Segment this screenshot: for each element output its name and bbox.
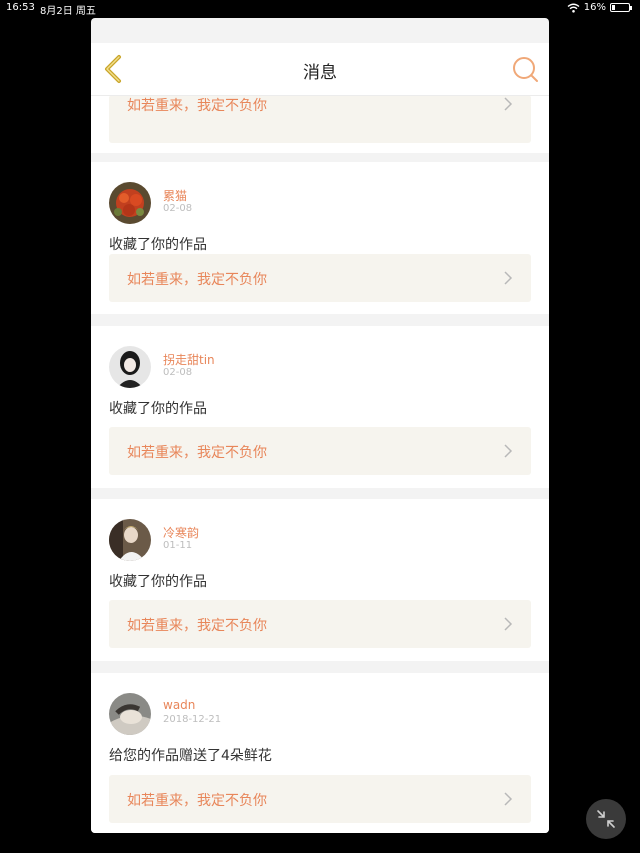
message-text: 收藏了你的作品 [109,401,207,417]
nav-bar: 消息 [91,43,549,96]
search-icon[interactable] [511,55,539,83]
list-item: 冷寒韵 01-11 收藏了你的作品 如若重来，我定不负你 [91,499,549,661]
username[interactable]: 拐走甜tin [163,351,215,368]
work-title: 如若重来，我定不负你 [127,272,267,288]
work-title: 如若重来，我定不负你 [127,793,267,809]
avatar-image [109,693,151,735]
minimize-button[interactable] [586,799,626,839]
avatar[interactable] [109,182,151,224]
avatar-image [109,182,151,224]
message-date: 02-08 [163,203,193,214]
work-link[interactable]: 如若重来，我定不负你 [109,600,531,648]
chevron-right-icon [504,792,513,806]
page-title: 消息 [303,63,337,83]
wifi-icon [567,3,580,13]
chevron-right-icon [504,617,513,631]
work-title: 如若重来，我定不负你 [127,445,267,461]
username[interactable]: wadn [163,698,195,712]
work-title: 如若重来，我定不负你 [127,618,267,634]
list-item: 拐走甜tin 02-08 收藏了你的作品 如若重来，我定不负你 [91,326,549,488]
battery-fill [612,5,615,10]
message-text: 收藏了你的作品 [109,574,207,590]
list-item-partial: 如若重来，我定不负你 [91,95,549,153]
avatar[interactable] [109,693,151,735]
username[interactable]: 冷寒韵 [163,524,199,541]
status-date: 8月2日 周五 [40,6,96,17]
chevron-right-icon [504,97,513,111]
message-text: 给您的作品赠送了4朵鲜花 [109,748,272,764]
message-date: 02-08 [163,367,193,378]
avatar-image [109,346,151,388]
message-text: 收藏了你的作品 [109,237,207,253]
status-bar: 16:53 8月2日 周五 16% [0,0,640,18]
list-item: wadn 2018-12-21 给您的作品赠送了4朵鲜花 如若重来，我定不负你 [91,673,549,833]
avatar-image [109,519,151,561]
work-link[interactable]: 如若重来，我定不负你 [109,427,531,475]
avatar[interactable] [109,519,151,561]
list-item: 累猫 02-08 收藏了你的作品 如若重来，我定不负你 [91,162,549,314]
battery-percent: 16% [583,2,606,13]
status-time: 16:53 [6,2,35,13]
chevron-right-icon [504,271,513,285]
username[interactable]: 累猫 [163,187,187,204]
work-link[interactable]: 如若重来，我定不负你 [109,775,531,823]
message-date: 2018-12-21 [163,714,222,725]
message-date: 01-11 [163,540,193,551]
avatar[interactable] [109,346,151,388]
minimize-icon [597,810,615,828]
chevron-right-icon [504,444,513,458]
battery-icon [610,3,632,12]
status-right: 16% [567,2,632,13]
messages-modal: 消息 如若重来，我定不负你 累猫 02-08 收藏了你的作品 如若重来，我定不负… [91,18,549,833]
work-link[interactable]: 如若重来，我定不负你 [109,95,531,143]
work-title: 如若重来，我定不负你 [127,98,267,114]
work-link[interactable]: 如若重来，我定不负你 [109,254,531,302]
